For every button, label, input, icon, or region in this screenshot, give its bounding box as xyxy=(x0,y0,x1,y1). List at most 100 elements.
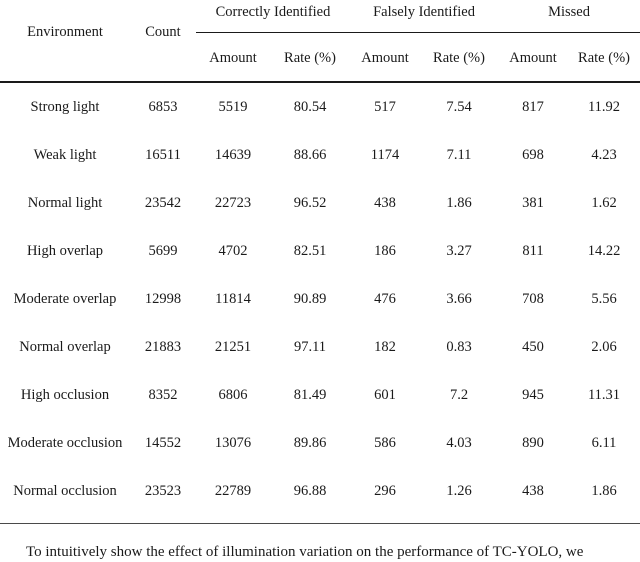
cell-correct-rate: 96.88 xyxy=(293,482,327,499)
cell-false-amount: 476 xyxy=(374,290,396,307)
cell-correct-amount: 4702 xyxy=(218,242,248,259)
cell-missed-rate: 4.23 xyxy=(591,146,617,163)
cell-false-rate: 3.27 xyxy=(446,242,472,259)
table-bottom-rule xyxy=(0,523,640,524)
cell-correct-amount: 6806 xyxy=(218,386,248,403)
table-row: Strong light 6853 5519 80.54 517 7.54 817 11.92 xyxy=(0,83,640,131)
table-body: Strong light 6853 5519 80.54 517 7.54 817 11.92… xyxy=(0,83,640,515)
cell-correct-rate: 81.49 xyxy=(293,386,327,403)
sub-header-correct-rate: Rate (%) xyxy=(284,49,336,66)
cell-count: 5699 xyxy=(148,242,178,259)
cell-correct-rate: 82.51 xyxy=(293,242,327,259)
sub-header-false-rate: Rate (%) xyxy=(433,49,485,66)
document-page: Correctly Identified Falsely Identified … xyxy=(0,0,640,560)
cell-correct-amount: 22723 xyxy=(214,194,252,211)
group-header-correctly-identified: Correctly Identified xyxy=(215,3,331,20)
header-rule-row xyxy=(0,75,640,83)
cell-correct-rate: 96.52 xyxy=(293,194,327,211)
cell-correct-amount: 13076 xyxy=(214,434,252,451)
table-row: Normal occlusion 23523 22789 96.88 296 1.26 43… xyxy=(0,467,640,515)
table-row: Moderate overlap 12998 11814 90.89 476 3.66 70… xyxy=(0,275,640,323)
cell-missed-amount: 438 xyxy=(522,482,544,499)
table-footer xyxy=(0,515,640,524)
cell-missed-rate: 5.56 xyxy=(591,290,617,307)
cell-missed-rate: 14.22 xyxy=(587,242,621,259)
cell-correct-amount: 21251 xyxy=(214,338,252,355)
cell-correct-amount: 5519 xyxy=(218,98,248,115)
cell-missed-amount: 811 xyxy=(522,242,544,259)
group-header-spacer-env xyxy=(0,0,130,24)
cell-count: 23523 xyxy=(144,482,182,499)
sub-header-row: Amount Rate (%) Amount Rate (%) Amount R… xyxy=(0,41,640,75)
cell-false-rate: 3.66 xyxy=(446,290,472,307)
group-header-spacer-count xyxy=(130,0,196,24)
group-header-missed: Missed xyxy=(548,3,590,20)
group-span-rule-container xyxy=(196,24,640,41)
bottom-rule-container xyxy=(0,515,640,524)
results-table: Correctly Identified Falsely Identified … xyxy=(0,0,640,524)
cell-false-rate: 7.54 xyxy=(446,98,472,115)
sub-header-spacer-count xyxy=(130,41,196,75)
table-row: Moderate occlusion 14552 13076 89.86 586 4.03… xyxy=(0,419,640,467)
cell-correct-amount: 11814 xyxy=(215,290,251,307)
stub-and-spanrule-row: Environment Count xyxy=(0,24,640,41)
cell-false-rate: 7.2 xyxy=(449,386,469,403)
cell-count: 21883 xyxy=(144,338,182,355)
cell-missed-rate: 11.31 xyxy=(587,386,621,403)
cell-correct-rate: 97.11 xyxy=(293,338,327,355)
cell-correct-rate: 80.54 xyxy=(293,98,327,115)
cell-false-rate: 7.11 xyxy=(446,146,472,163)
cell-count: 23542 xyxy=(144,194,182,211)
cell-correct-rate: 89.86 xyxy=(293,434,327,451)
cell-correct-amount: 14639 xyxy=(214,146,252,163)
cell-missed-amount: 890 xyxy=(522,434,544,451)
cell-correct-rate: 90.89 xyxy=(293,290,327,307)
table-row: Normal light 23542 22723 96.52 438 1.86 381 1.6… xyxy=(0,179,640,227)
cell-count: 14552 xyxy=(144,434,182,451)
cell-missed-amount: 698 xyxy=(522,146,544,163)
cell-environment: Strong light xyxy=(30,98,100,115)
cell-count: 16511 xyxy=(145,146,181,163)
cell-false-amount: 296 xyxy=(374,482,396,499)
cell-missed-rate: 1.86 xyxy=(591,482,617,499)
cell-missed-amount: 708 xyxy=(522,290,544,307)
table-header: Correctly Identified Falsely Identified … xyxy=(0,0,640,83)
table-row: High overlap 5699 4702 82.51 186 3.27 811 14.22 xyxy=(0,227,640,275)
cell-false-amount: 1174 xyxy=(370,146,400,163)
cell-missed-amount: 381 xyxy=(522,194,544,211)
cell-environment: Weak light xyxy=(33,146,97,163)
column-header-environment: Environment xyxy=(27,24,103,40)
cell-false-amount: 438 xyxy=(374,194,396,211)
table-row: Weak light 16511 14639 88.66 1174 7.11 698 4.23 xyxy=(0,131,640,179)
cell-missed-amount: 450 xyxy=(522,338,544,355)
cell-false-amount: 186 xyxy=(374,242,396,259)
cell-environment: Normal light xyxy=(27,194,103,211)
group-header-row: Correctly Identified Falsely Identified … xyxy=(0,0,640,24)
cell-count: 8352 xyxy=(148,386,178,403)
table-row: High occlusion 8352 6806 81.49 601 7.2 945 11.3… xyxy=(0,371,640,419)
cell-false-amount: 182 xyxy=(374,338,396,355)
column-header-count: Count xyxy=(145,24,181,40)
sub-header-missed-amount: Amount xyxy=(509,49,557,66)
cell-correct-amount: 22789 xyxy=(214,482,252,499)
cell-missed-rate: 2.06 xyxy=(591,338,617,355)
cell-missed-rate: 6.11 xyxy=(591,434,617,451)
cell-false-rate: 0.83 xyxy=(446,338,472,355)
cell-missed-rate: 11.92 xyxy=(587,98,621,115)
header-rule-container xyxy=(0,75,640,83)
group-header-falsely-identified: Falsely Identified xyxy=(373,3,475,20)
cell-missed-amount: 945 xyxy=(522,386,544,403)
cell-environment: High occlusion xyxy=(20,386,110,403)
sub-header-missed-rate: Rate (%) xyxy=(578,49,630,66)
results-table-block: Correctly Identified Falsely Identified … xyxy=(0,0,640,524)
cell-missed-amount: 817 xyxy=(522,98,544,115)
cell-false-amount: 517 xyxy=(374,98,396,115)
cell-false-amount: 586 xyxy=(374,434,396,451)
body-paragraph: To intuitively show the effect of illumi… xyxy=(26,544,584,560)
cell-count: 12998 xyxy=(144,290,182,307)
sub-header-correct-amount: Amount xyxy=(209,49,257,66)
cell-false-amount: 601 xyxy=(374,386,396,403)
cell-count: 6853 xyxy=(148,98,178,115)
cell-false-rate: 1.26 xyxy=(446,482,472,499)
cell-correct-rate: 88.66 xyxy=(293,146,327,163)
